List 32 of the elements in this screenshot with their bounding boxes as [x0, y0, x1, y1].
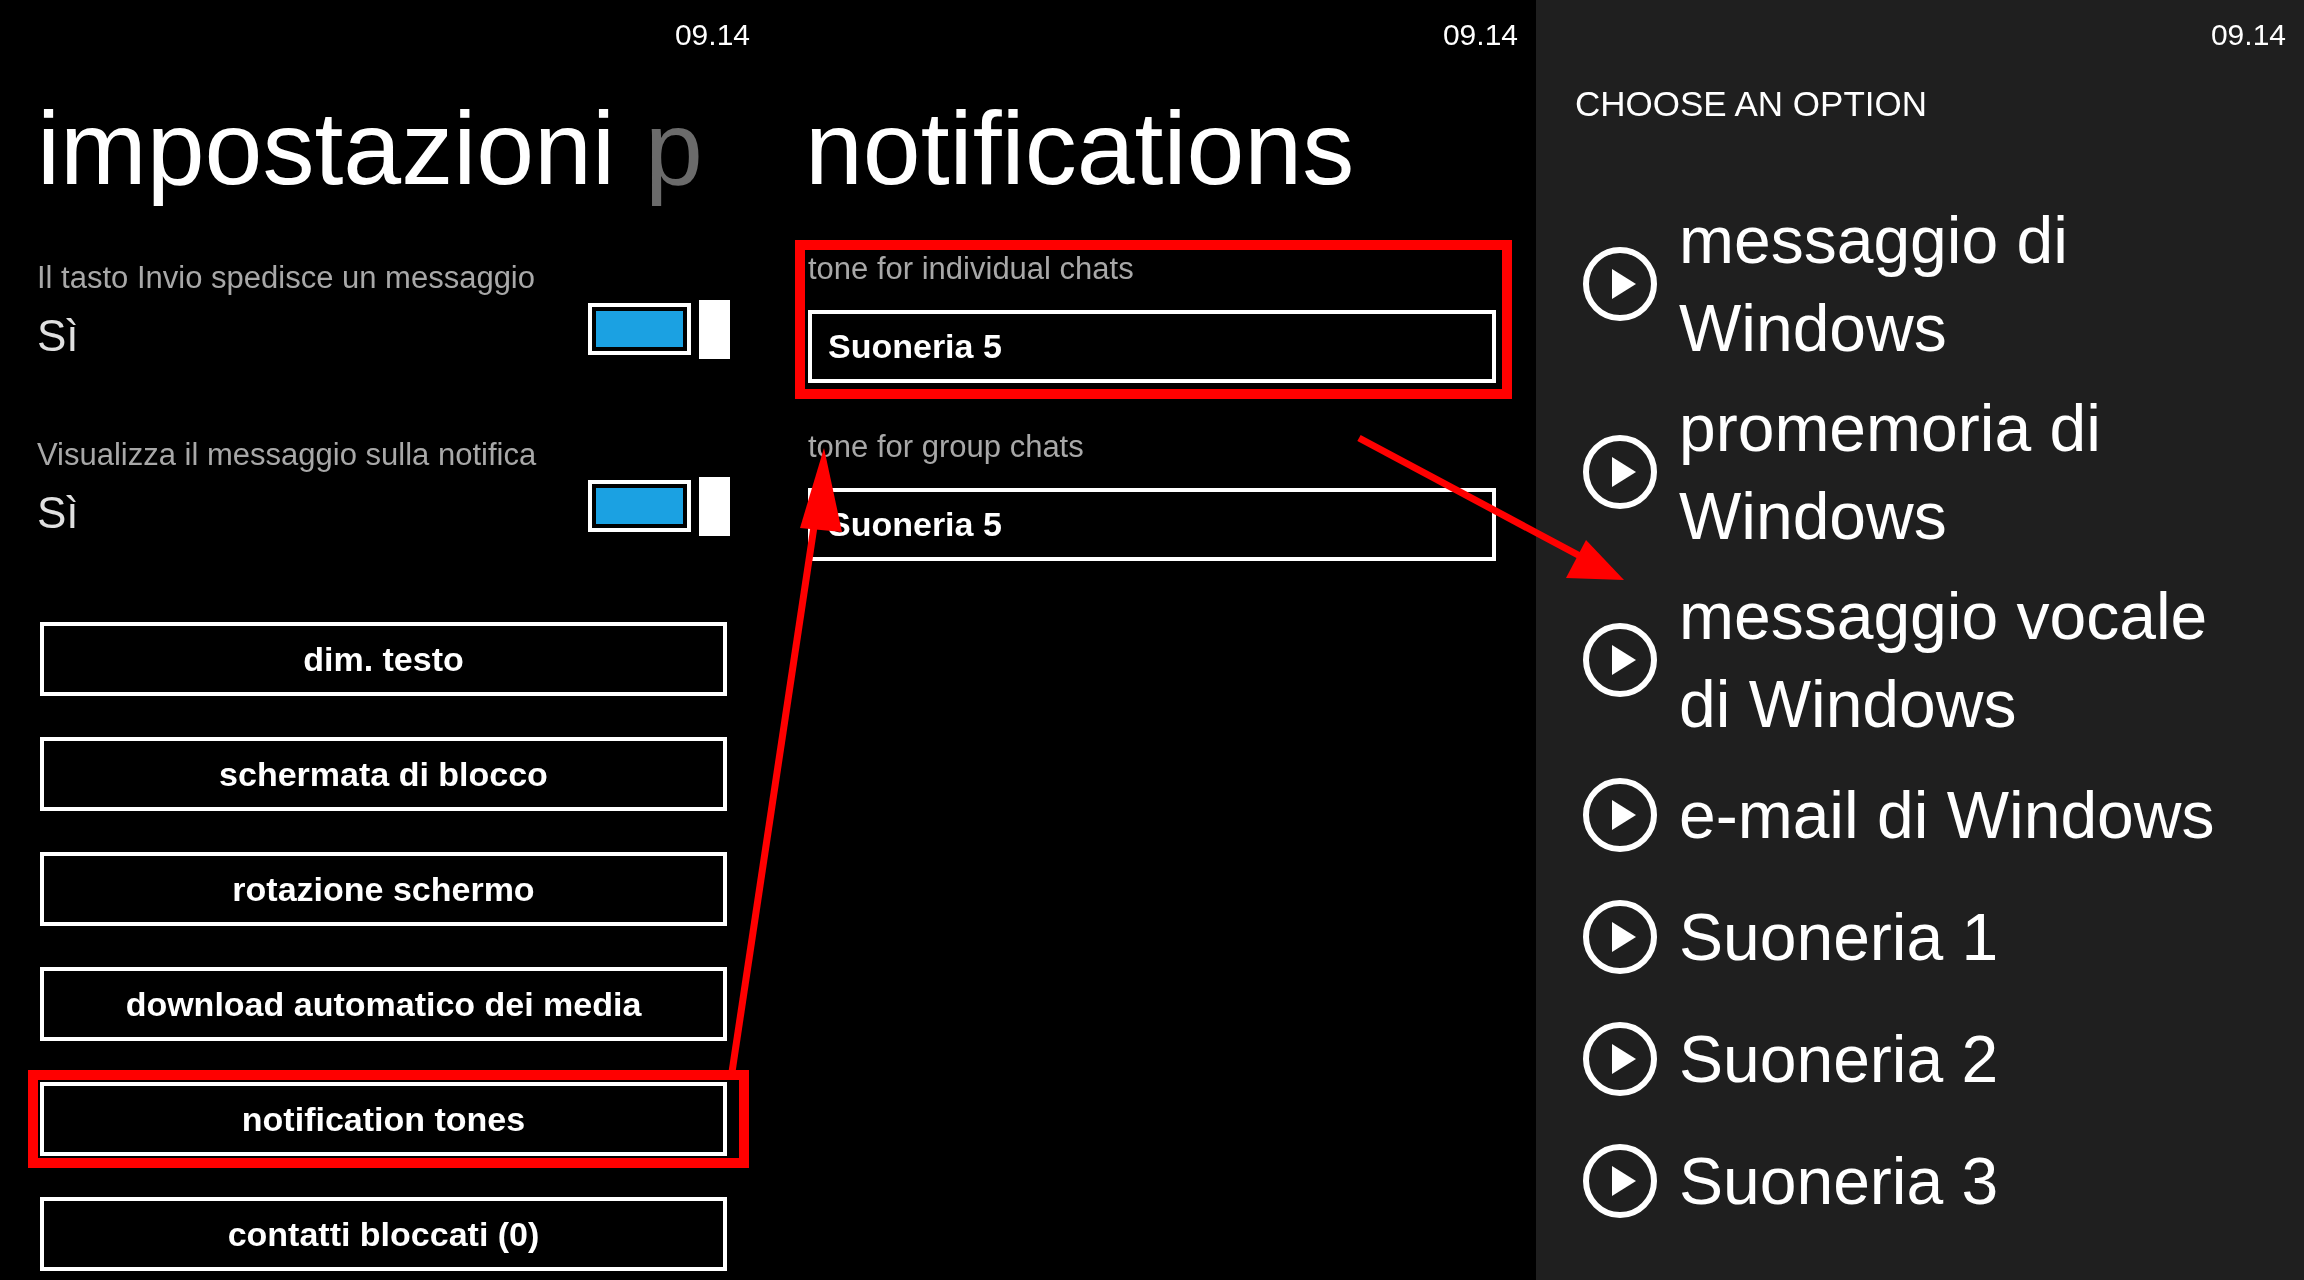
- field-label: tone for individual chats: [808, 251, 1135, 287]
- settings-button[interactable]: dim. testo: [40, 622, 727, 696]
- play-icon[interactable]: [1582, 1143, 1658, 1219]
- settings-button[interactable]: contatti bloccati (0): [40, 1197, 727, 1271]
- page-title: notifications: [805, 90, 1355, 206]
- setting-value: Sì: [37, 310, 80, 362]
- status-time: 09.14: [1442, 20, 1518, 50]
- tone-picker[interactable]: Suoneria 5: [808, 310, 1496, 383]
- field-label: tone for group chats: [808, 429, 1085, 465]
- settings-button[interactable]: download automatico dei media: [40, 967, 727, 1041]
- status-time: 09.14: [2210, 20, 2286, 50]
- setting-label: Visualizza il messaggio sulla notifica: [37, 437, 537, 473]
- setting-label: Il tasto Invio spedisce un messaggio: [37, 260, 535, 296]
- setting-value: Sì: [37, 487, 80, 539]
- play-icon[interactable]: [1582, 1021, 1658, 1097]
- tone-option[interactable]: Suoneria 1: [1582, 876, 2282, 998]
- tone-option[interactable]: messaggio vocale di Windows: [1582, 566, 2282, 754]
- play-icon[interactable]: [1582, 622, 1658, 698]
- tone-option[interactable]: Suoneria 3: [1582, 1120, 2282, 1242]
- next-page-title: p: [645, 89, 703, 208]
- play-icon[interactable]: [1582, 899, 1658, 975]
- tone-option[interactable]: e-mail di Windows: [1582, 754, 2282, 876]
- settings-button[interactable]: notification tones: [40, 1082, 727, 1156]
- status-time: 09.14: [674, 20, 750, 50]
- play-icon[interactable]: [1582, 246, 1658, 322]
- picker-header: CHOOSE AN OPTION: [1575, 84, 1927, 123]
- page-title: impostazioni: [37, 89, 616, 208]
- play-icon[interactable]: [1582, 777, 1658, 853]
- settings-button[interactable]: schermata di blocco: [40, 737, 727, 811]
- tone-option[interactable]: Suoneria 2: [1582, 998, 2282, 1120]
- settings-button[interactable]: rotazione schermo: [40, 852, 727, 926]
- play-icon[interactable]: [1582, 434, 1658, 510]
